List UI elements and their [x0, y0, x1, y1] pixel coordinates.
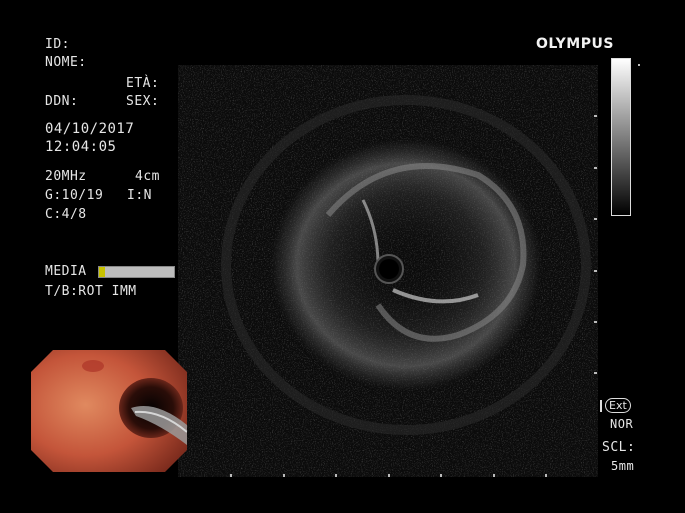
- patient-id-label: ID:: [45, 37, 70, 52]
- mode-value: I:N: [127, 188, 152, 203]
- nor-label: NOR: [610, 417, 634, 431]
- exam-date: 04/10/2017: [45, 121, 135, 137]
- depth-value: 4cm: [135, 169, 160, 184]
- scl-value: 5mm: [611, 459, 635, 473]
- rotation-value: T/B:ROT IMM: [45, 284, 137, 299]
- ext-icon: Ext: [605, 398, 631, 413]
- patient-sex-label: SEX:: [126, 94, 160, 109]
- contrast-value: C:4/8: [45, 207, 87, 222]
- media-level-bar: [98, 266, 175, 278]
- frequency-value: 20MHz: [45, 169, 87, 184]
- exam-time: 12:04:05: [45, 139, 117, 155]
- patient-dob-label: DDN:: [45, 94, 79, 109]
- scl-label: SCL:: [602, 440, 636, 455]
- gain-value: G:10/19: [45, 188, 104, 203]
- brand-logo: OLYMPUS: [536, 36, 614, 52]
- endoscope-thumbnail: [31, 350, 187, 472]
- patient-age-label: ETÀ:: [126, 76, 160, 91]
- ultrasound-image: [178, 65, 598, 477]
- media-label: MEDIA: [45, 264, 87, 279]
- patient-name-label: NOME:: [45, 55, 87, 70]
- media-level-fill: [99, 267, 105, 277]
- grayscale-bar: [611, 58, 631, 216]
